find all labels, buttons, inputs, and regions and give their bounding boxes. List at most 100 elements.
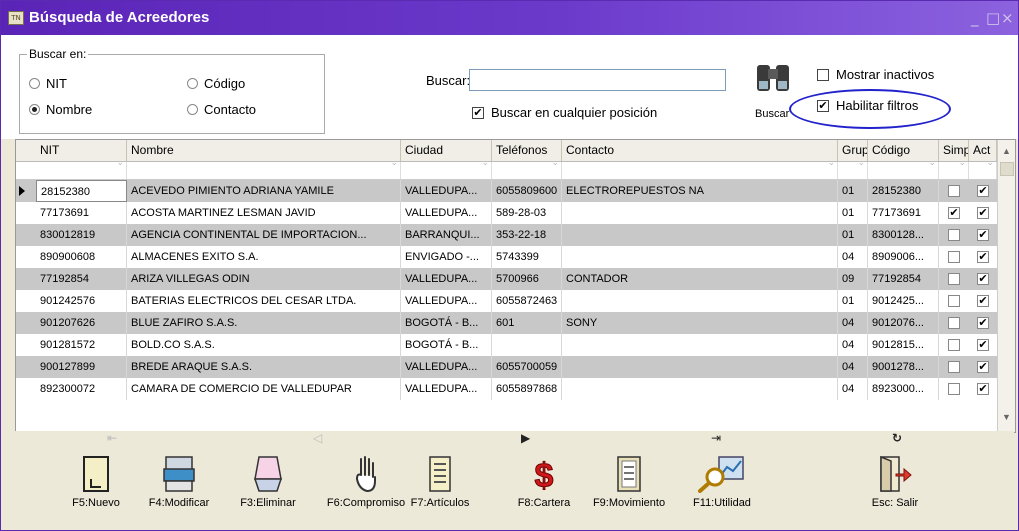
any-position-checkbox[interactable]: ✔ Buscar en cualquier posición: [472, 105, 657, 120]
vertical-scrollbar[interactable]: ▲ ▼: [997, 140, 1015, 432]
cell-nit[interactable]: 890900608: [36, 246, 127, 268]
title-bar[interactable]: TN Búsqueda de Acreedores _ □ ×: [1, 1, 1018, 35]
cell-act-checkbox[interactable]: ✔: [977, 361, 989, 373]
cell-nombre[interactable]: CAMARA DE COMERCIO DE VALLEDUPAR: [127, 378, 401, 400]
cell-nit[interactable]: 900127899: [36, 356, 127, 378]
cell-nit[interactable]: 77173691: [36, 202, 127, 224]
cell-nombre[interactable]: AGENCIA CONTINENTAL DE IMPORTACION...: [127, 224, 401, 246]
radio-nombre[interactable]: Nombre: [29, 102, 92, 117]
cell-codigo[interactable]: 9012076...: [868, 312, 939, 334]
radio-contacto-circle[interactable]: [187, 104, 198, 115]
cell-nit[interactable]: 901281572: [36, 334, 127, 356]
radio-contacto[interactable]: Contacto: [187, 102, 256, 117]
cell-telefonos[interactable]: 353-22-18: [492, 224, 562, 246]
first-record-icon[interactable]: ⇤: [107, 431, 117, 445]
cell-ciudad[interactable]: VALLEDUPA...: [401, 290, 492, 312]
cell-telefonos[interactable]: 6055700059: [492, 356, 562, 378]
filter-telefonos[interactable]: [492, 158, 562, 179]
cell-simp-checkbox[interactable]: [948, 383, 960, 395]
cell-act-checkbox[interactable]: ✔: [977, 339, 989, 351]
cell-act-checkbox[interactable]: ✔: [977, 383, 989, 395]
table-row[interactable]: 892300072 CAMARA DE COMERCIO DE VALLEDUPA…: [16, 378, 997, 400]
table-row[interactable]: 900127899 BREDE ARAQUE S.A.S. VALLEDUPA...…: [16, 356, 997, 378]
cell-contacto[interactable]: ELECTROREPUESTOS NA: [562, 180, 838, 202]
cell-nit[interactable]: 28152380: [36, 180, 127, 202]
cell-grupo[interactable]: 04: [838, 356, 868, 378]
show-inactive-checkbox[interactable]: Mostrar inactivos: [817, 67, 934, 82]
cell-nombre[interactable]: ACEVEDO PIMIENTO ADRIANA YAMILE: [127, 180, 401, 202]
articles-button[interactable]: F7:Artículos: [407, 451, 473, 523]
cell-codigo[interactable]: 77173691: [868, 202, 939, 224]
cell-telefonos[interactable]: 601: [492, 312, 562, 334]
filter-contacto[interactable]: [562, 158, 838, 179]
new-button[interactable]: F5:Nuevo: [61, 451, 131, 523]
cell-codigo[interactable]: 77192854: [868, 268, 939, 290]
cell-act-checkbox[interactable]: ✔: [977, 317, 989, 329]
cell-ciudad[interactable]: VALLEDUPA...: [401, 378, 492, 400]
cell-codigo[interactable]: 8909006...: [868, 246, 939, 268]
cell-contacto[interactable]: [562, 334, 838, 356]
table-row[interactable]: 901281572 BOLD.CO S.A.S. BOGOTÁ - B... 04 90…: [16, 334, 997, 356]
cell-nit[interactable]: 901207626: [36, 312, 127, 334]
cell-grupo[interactable]: 01: [838, 180, 868, 202]
cell-act-checkbox[interactable]: ✔: [977, 185, 989, 197]
cell-telefonos[interactable]: [492, 334, 562, 356]
cell-simp-checkbox[interactable]: [948, 185, 960, 197]
cell-contacto[interactable]: CONTADOR: [562, 268, 838, 290]
cell-codigo[interactable]: 8300128...: [868, 224, 939, 246]
cell-nombre[interactable]: BREDE ARAQUE S.A.S.: [127, 356, 401, 378]
scroll-up-icon[interactable]: ▲: [1002, 146, 1011, 156]
cell-grupo[interactable]: 09: [838, 268, 868, 290]
cell-nit[interactable]: 892300072: [36, 378, 127, 400]
cell-codigo[interactable]: 28152380: [868, 180, 939, 202]
cell-codigo[interactable]: 9001278...: [868, 356, 939, 378]
radio-nit-circle[interactable]: [29, 78, 40, 89]
cell-nombre[interactable]: ACOSTA MARTINEZ LESMAN JAVID: [127, 202, 401, 224]
table-row[interactable]: 901207626 BLUE ZAFIRO S.A.S. BOGOTÁ - B...…: [16, 312, 997, 334]
cell-nit[interactable]: 830012819: [36, 224, 127, 246]
cell-act-checkbox[interactable]: ✔: [977, 229, 989, 241]
movement-button[interactable]: F9:Movimiento: [593, 451, 665, 523]
modify-button[interactable]: F4:Modificar: [144, 451, 214, 523]
filter-nit[interactable]: [36, 158, 127, 179]
next-record-icon[interactable]: ▶: [521, 431, 530, 445]
radio-codigo-circle[interactable]: [187, 78, 198, 89]
radio-nit[interactable]: NIT: [29, 76, 67, 91]
header-ciudad[interactable]: Ciudad: [401, 140, 492, 161]
cell-telefonos[interactable]: 589-28-03: [492, 202, 562, 224]
cell-contacto[interactable]: [562, 378, 838, 400]
cell-ciudad[interactable]: BOGOTÁ - B...: [401, 334, 492, 356]
radio-codigo[interactable]: Código: [187, 76, 245, 91]
cell-act-checkbox[interactable]: ✔: [977, 273, 989, 285]
cell-ciudad[interactable]: BOGOTÁ - B...: [401, 312, 492, 334]
commitment-button[interactable]: F6:Compromiso: [323, 451, 409, 523]
cell-grupo[interactable]: 04: [838, 312, 868, 334]
minimize-icon[interactable]: _: [971, 9, 979, 27]
scroll-down-icon[interactable]: ▼: [1002, 412, 1011, 422]
cell-act-checkbox[interactable]: ✔: [977, 207, 989, 219]
cell-simp-checkbox[interactable]: [948, 229, 960, 241]
cell-nit[interactable]: 77192854: [36, 268, 127, 290]
cell-ciudad[interactable]: VALLEDUPA...: [401, 180, 492, 202]
show-inactive-box[interactable]: [817, 68, 829, 81]
cell-contacto[interactable]: SONY: [562, 312, 838, 334]
cell-nombre[interactable]: BATERIAS ELECTRICOS DEL CESAR LTDA.: [127, 290, 401, 312]
cell-contacto[interactable]: [562, 246, 838, 268]
cell-contacto[interactable]: [562, 356, 838, 378]
radio-nombre-circle[interactable]: [29, 104, 40, 115]
cell-nombre[interactable]: ARIZA VILLEGAS ODIN: [127, 268, 401, 290]
cell-act-checkbox[interactable]: ✔: [977, 251, 989, 263]
exit-button[interactable]: Esc: Salir: [865, 451, 925, 523]
cell-grupo[interactable]: 04: [838, 246, 868, 268]
portfolio-button[interactable]: $ F8:Cartera: [511, 451, 577, 523]
cell-ciudad[interactable]: VALLEDUPA...: [401, 202, 492, 224]
cell-telefonos[interactable]: 6055897868: [492, 378, 562, 400]
header-nombre[interactable]: Nombre: [127, 140, 401, 161]
cell-simp-checkbox[interactable]: ✔: [948, 207, 960, 219]
cell-nit[interactable]: 901242576: [36, 290, 127, 312]
table-row[interactable]: 890900608 ALMACENES EXITO S.A. ENVIGADO -.…: [16, 246, 997, 268]
delete-button[interactable]: F3:Eliminar: [233, 451, 303, 523]
table-row[interactable]: 77192854 ARIZA VILLEGAS ODIN VALLEDUPA... 5…: [16, 268, 997, 290]
table-row[interactable]: 830012819 AGENCIA CONTINENTAL DE IMPORTAC…: [16, 224, 997, 246]
cell-contacto[interactable]: [562, 224, 838, 246]
